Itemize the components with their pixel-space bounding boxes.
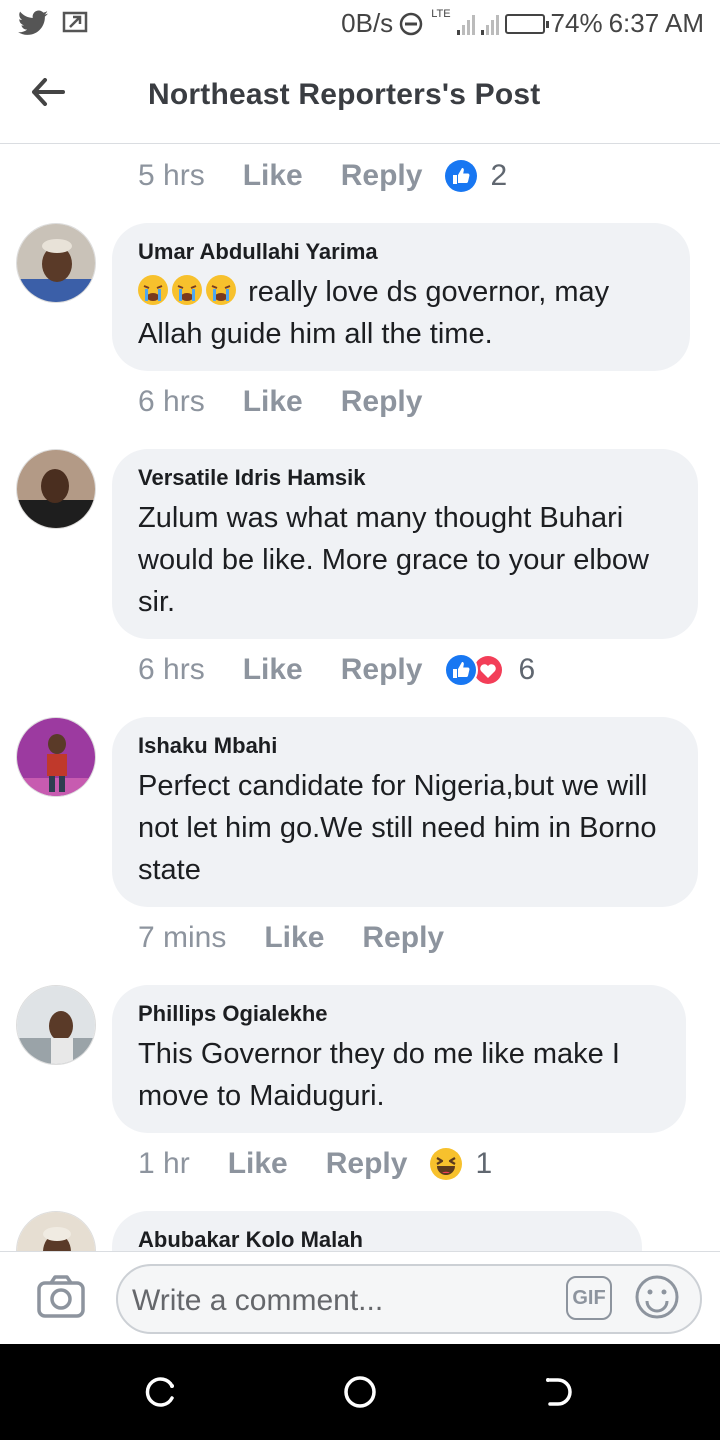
crying-face-emoji: [138, 275, 168, 305]
comment-body: Perfect candidate for Nigeria,but we wil…: [138, 770, 657, 886]
comment-feed[interactable]: 5 hrs Like Reply 2 Umar Abdullahi Yarima: [0, 145, 720, 1251]
comment-bubble[interactable]: Abubakar Kolo Malah: [112, 1211, 642, 1251]
comment-author[interactable]: Abubakar Kolo Malah: [138, 1227, 616, 1251]
comment-bubble[interactable]: Ishaku Mbahi Perfect candidate for Niger…: [112, 717, 698, 907]
back-arrow-icon: [32, 78, 65, 106]
battery-icon: [504, 13, 549, 34]
cast-icon: [62, 11, 88, 33]
reaction-count: 1: [475, 1147, 493, 1180]
comment-bubble[interactable]: Umar Abdullahi Yarima really love ds gov…: [112, 223, 690, 371]
reaction-summary[interactable]: 1: [429, 1147, 492, 1181]
battery-percent: 74%: [550, 8, 603, 38]
avatar[interactable]: [16, 717, 96, 797]
like-button[interactable]: Like: [228, 1147, 288, 1181]
comment-body: Zulum was what many thought Buhari would…: [138, 502, 649, 618]
haha-reaction-icon: [430, 1148, 463, 1180]
comment-meta: 6 hrs Like Reply 6: [138, 653, 535, 687]
like-button[interactable]: Like: [243, 385, 303, 419]
network-speed: 0B/s: [341, 8, 394, 38]
signal-icon-2: [480, 13, 499, 35]
like-button[interactable]: Like: [243, 653, 303, 687]
recents-icon: [145, 1377, 174, 1407]
dnd-icon: [399, 12, 423, 35]
comment-time: 7 mins: [138, 921, 227, 954]
post-header: Northeast Reporters's Post: [0, 50, 720, 144]
comment-meta: 1 hr Like Reply 1: [138, 1147, 492, 1181]
signal-icon: [456, 13, 475, 35]
comment-meta: 6 hrs Like Reply: [138, 385, 444, 419]
back-nav-icon: [546, 1378, 572, 1406]
comment-input[interactable]: Write a comment... GIF: [116, 1264, 702, 1334]
comment-body: This Governor they do me like make I mov…: [138, 1038, 620, 1112]
clock: 6:37 AM: [608, 8, 704, 38]
comment-placeholder: Write a comment...: [132, 1284, 384, 1317]
twitter-icon: [18, 10, 48, 35]
reply-button[interactable]: Reply: [341, 385, 423, 419]
comment-author[interactable]: Umar Abdullahi Yarima: [138, 239, 664, 265]
reaction-count: 6: [518, 653, 536, 686]
reply-button[interactable]: Reply: [341, 653, 423, 687]
comment-meta: 7 mins Like Reply: [138, 921, 466, 955]
emoji-button[interactable]: [634, 1274, 680, 1320]
comment-composer: Write a comment... GIF: [0, 1251, 720, 1344]
avatar[interactable]: [16, 449, 96, 529]
comment-bubble[interactable]: Versatile Idris Hamsik Zulum was what ma…: [112, 449, 698, 639]
comment-time: 5 hrs: [138, 159, 205, 192]
comment-text: really love ds governor, may Allah guide…: [138, 271, 664, 355]
like-love-reaction-icon: [444, 653, 505, 687]
comment-bubble[interactable]: Phillips Ogialekhe This Governor they do…: [112, 985, 686, 1133]
recents-button[interactable]: [142, 1374, 178, 1410]
crying-face-emoji: [206, 275, 236, 305]
reply-button[interactable]: Reply: [326, 1147, 408, 1181]
home-icon: [344, 1376, 376, 1408]
crying-face-emoji: [172, 275, 202, 305]
camera-button[interactable]: [36, 1274, 86, 1320]
avatar[interactable]: [16, 1211, 96, 1251]
home-button[interactable]: [342, 1374, 378, 1410]
page-title: Northeast Reporters's Post: [148, 78, 541, 111]
reaction-summary[interactable]: 6: [444, 653, 535, 687]
comment-meta: 5 hrs Like Reply 2: [138, 159, 507, 193]
gif-button[interactable]: GIF: [566, 1276, 612, 1320]
smiley-icon: [635, 1275, 679, 1319]
reply-button[interactable]: Reply: [341, 159, 423, 193]
android-nav-bar: [0, 1344, 720, 1440]
comment-author[interactable]: Ishaku Mbahi: [138, 733, 672, 759]
reaction-summary[interactable]: 2: [444, 159, 507, 193]
like-button[interactable]: Like: [243, 159, 303, 193]
like-reaction-icon: [445, 160, 478, 192]
avatar[interactable]: [16, 985, 96, 1065]
back-nav-button[interactable]: [542, 1374, 578, 1410]
back-button[interactable]: [26, 72, 70, 112]
comment-author[interactable]: Phillips Ogialekhe: [138, 1001, 660, 1027]
comment-author[interactable]: Versatile Idris Hamsik: [138, 465, 672, 491]
reply-button[interactable]: Reply: [362, 921, 444, 955]
comment-time: 6 hrs: [138, 385, 205, 418]
status-bar: 0B/s LTE 74% 6:37 AM: [0, 0, 720, 50]
like-button[interactable]: Like: [264, 921, 324, 955]
network-type: LTE: [431, 7, 451, 20]
camera-icon: [37, 1275, 85, 1318]
avatar[interactable]: [16, 223, 96, 303]
reaction-count: 2: [490, 159, 508, 192]
comment-time: 6 hrs: [138, 653, 205, 686]
comment-time: 1 hr: [138, 1147, 190, 1180]
